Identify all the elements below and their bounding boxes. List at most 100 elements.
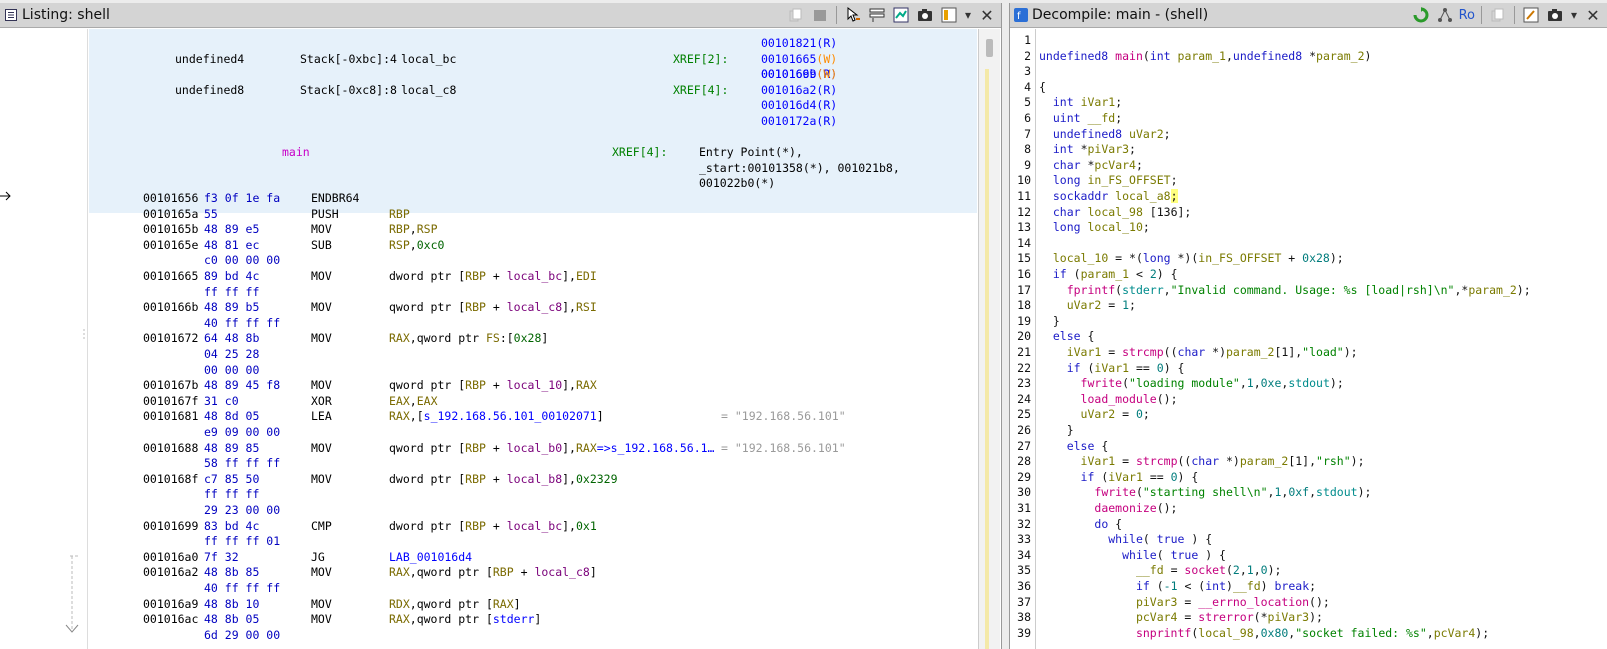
layout-options-icon[interactable] — [939, 6, 959, 24]
code-line[interactable]: local_10 = *(long *)(in_FS_OFFSET + 0x28… — [1039, 250, 1344, 266]
code-line[interactable]: int *piVar3; — [1039, 141, 1136, 157]
operand-token: ], — [562, 378, 576, 393]
xref-address[interactable]: 0010166b — [761, 67, 816, 81]
readonly-label[interactable]: Ro — [1459, 6, 1475, 24]
code-line[interactable]: fprintf(stderr,"Invalid command. Usage: … — [1039, 282, 1531, 298]
instruction-operands[interactable]: LAB_001016d4 — [389, 549, 472, 565]
code-token: true — [1156, 532, 1192, 547]
xref-entry[interactable]: 001016d4(R) — [761, 97, 837, 113]
xref-address[interactable]: 0010172a — [761, 114, 816, 128]
instruction-operands[interactable]: RAX,qword ptr FS:[0x28] — [389, 330, 548, 346]
code-line[interactable]: undefined8 main(int param_1,undefined8 *… — [1039, 48, 1371, 64]
code-line[interactable]: do { — [1039, 516, 1122, 532]
code-line[interactable]: long local_10; — [1039, 219, 1150, 235]
xref-address[interactable]: 00101665 — [761, 52, 816, 66]
diff-view-icon[interactable] — [891, 6, 911, 24]
code-line[interactable]: __fd = socket(2,1,0); — [1039, 562, 1282, 578]
code-line[interactable]: pcVar4 = strerror(*piVar3); — [1039, 609, 1323, 625]
xref-address[interactable]: 001016a2 — [761, 83, 816, 97]
code-line[interactable]: long in_FS_OFFSET; — [1039, 172, 1178, 188]
code-line[interactable]: undefined8 uVar2; — [1039, 126, 1171, 142]
xref-address[interactable]: 001016d4 — [761, 98, 816, 112]
copy-icon[interactable] — [786, 6, 806, 24]
overview-bar[interactable] — [985, 69, 989, 649]
code-line[interactable]: char local_98 [136]; — [1039, 204, 1191, 220]
code-line[interactable]: char *pcVar4; — [1039, 157, 1143, 173]
xref-entry[interactable]: 0010166b(W) — [761, 66, 837, 82]
code-line[interactable]: load_module(); — [1039, 391, 1178, 407]
instruction-operands[interactable]: RBP,RSP — [389, 221, 438, 237]
instruction-operands[interactable]: RAX,qword ptr [RBP + local_c8] — [389, 564, 597, 580]
code-line[interactable]: uVar2 = 0; — [1039, 406, 1150, 422]
decompiled-code[interactable]: undefined8 main(int param_1,undefined8 *… — [1037, 29, 1607, 649]
code-token: *) — [1225, 454, 1240, 469]
code-line[interactable]: while( true ) { — [1039, 531, 1212, 547]
refresh-icon[interactable] — [1411, 6, 1431, 24]
code-line[interactable]: int iVar1; — [1039, 94, 1122, 110]
instruction-operands[interactable]: RSP,0xc0 — [389, 237, 444, 253]
code-line[interactable]: if (iVar1 == 0) { — [1039, 360, 1185, 376]
xref-entry[interactable]: 00101665(W) — [761, 51, 837, 67]
code-line[interactable]: uVar2 = 1; — [1039, 297, 1136, 313]
chevron-down-icon[interactable]: ▾ — [1569, 6, 1579, 24]
instruction-bytes: 29 23 00 00 — [204, 503, 281, 517]
code-line[interactable]: fwrite("starting shell\n",1,0xf,stdout); — [1039, 484, 1371, 500]
instruction-address: 0010168f — [143, 471, 199, 486]
instruction-operands[interactable]: dword ptr [RBP + local_b8],0x2329 — [389, 471, 618, 487]
code-line[interactable]: sockaddr local_a8; — [1039, 188, 1178, 204]
code-line[interactable]: else { — [1039, 438, 1109, 454]
close-icon[interactable]: ✕ — [977, 6, 997, 25]
listing-content[interactable]: undefined4 Stack[-0xbc]:4 local_bc XREF[2]:… — [89, 29, 977, 649]
local-var-type: undefined8 — [175, 83, 245, 97]
instruction-operands[interactable]: EAX,EAX — [389, 393, 438, 409]
xref-entry[interactable]: 00101821(R) — [761, 35, 837, 51]
edit-fields-icon[interactable] — [867, 6, 887, 24]
code-line[interactable]: if (iVar1 == 0) { — [1039, 469, 1199, 485]
code-line[interactable]: if (-1 < (int)__fd) break; — [1039, 578, 1316, 594]
instruction-address: 0010165e — [143, 237, 199, 252]
code-line[interactable]: if (param_1 < 2) { — [1039, 266, 1178, 282]
code-line[interactable]: while( true ) { — [1039, 547, 1226, 563]
instruction-operands[interactable]: qword ptr [RBP + local_b0],RAX=>s_192.16… — [389, 440, 714, 456]
instruction-operands[interactable]: RDX,qword ptr [RAX] — [389, 596, 521, 612]
graph-icon[interactable] — [1435, 6, 1455, 24]
instruction-bytes: 04 25 28 — [204, 347, 260, 361]
paste-icon[interactable] — [810, 6, 830, 24]
xref-entry[interactable]: 0010172a(R) — [761, 113, 837, 129]
chevron-down-icon[interactable]: ▾ — [963, 6, 973, 24]
code-token: , — [1225, 48, 1233, 63]
code-line[interactable]: fwrite("loading module",1,0xe,stdout); — [1039, 375, 1344, 391]
code-line[interactable]: piVar3 = __errno_location(); — [1039, 594, 1330, 610]
code-line[interactable]: daemonize(); — [1039, 500, 1177, 516]
cursor-select-icon[interactable] — [843, 6, 863, 24]
instruction-operands[interactable]: qword ptr [RBP + local_c8],RSI — [389, 299, 597, 315]
code-line[interactable]: iVar1 = strcmp((char *)param_2[1],"rsh")… — [1039, 453, 1365, 469]
code-line[interactable]: } — [1039, 313, 1060, 329]
code-line[interactable]: else { — [1039, 328, 1095, 344]
xref-entry[interactable]: 001016a2(R) — [761, 82, 837, 98]
close-icon[interactable]: ✕ — [1583, 6, 1603, 25]
copy-icon[interactable] — [1488, 6, 1508, 24]
instruction-operands[interactable]: qword ptr [RBP + local_10],RAX — [389, 377, 597, 393]
code-line[interactable]: } — [1039, 422, 1074, 438]
code-line[interactable]: iVar1 = strcmp((char *)param_2[1],"load"… — [1039, 344, 1358, 360]
instruction-operands[interactable]: RAX,[s_192.168.56.101_00102071] — [389, 408, 604, 424]
snapshot-camera-icon[interactable] — [915, 6, 935, 24]
xref-address[interactable]: 00101821 — [761, 36, 816, 50]
instruction-bytes: 48 89 45 f8 — [204, 378, 281, 393]
instruction-operands[interactable]: dword ptr [RBP + local_bc],EDI — [389, 268, 597, 284]
operand-token: ] — [589, 565, 597, 580]
instruction-operands[interactable]: RBP — [389, 206, 410, 222]
listing-scrollbar[interactable] — [978, 29, 1000, 649]
edit-signature-icon[interactable] — [1521, 6, 1541, 24]
instruction-operands[interactable]: RAX,qword ptr [stderr] — [389, 611, 541, 627]
snapshot-camera-icon[interactable] — [1545, 6, 1565, 24]
code-line[interactable]: { — [1039, 79, 1046, 95]
svg-text:f: f — [1017, 11, 1021, 22]
scrollbar-thumb[interactable] — [986, 39, 993, 57]
code-token: ; — [1115, 95, 1123, 110]
code-line[interactable]: snprintf(local_98,0x80,"socket failed: %… — [1039, 625, 1489, 641]
code-line[interactable]: uint __fd; — [1039, 110, 1122, 126]
line-number: 32 — [1017, 516, 1031, 531]
instruction-operands[interactable]: dword ptr [RBP + local_bc],0x1 — [389, 518, 597, 534]
